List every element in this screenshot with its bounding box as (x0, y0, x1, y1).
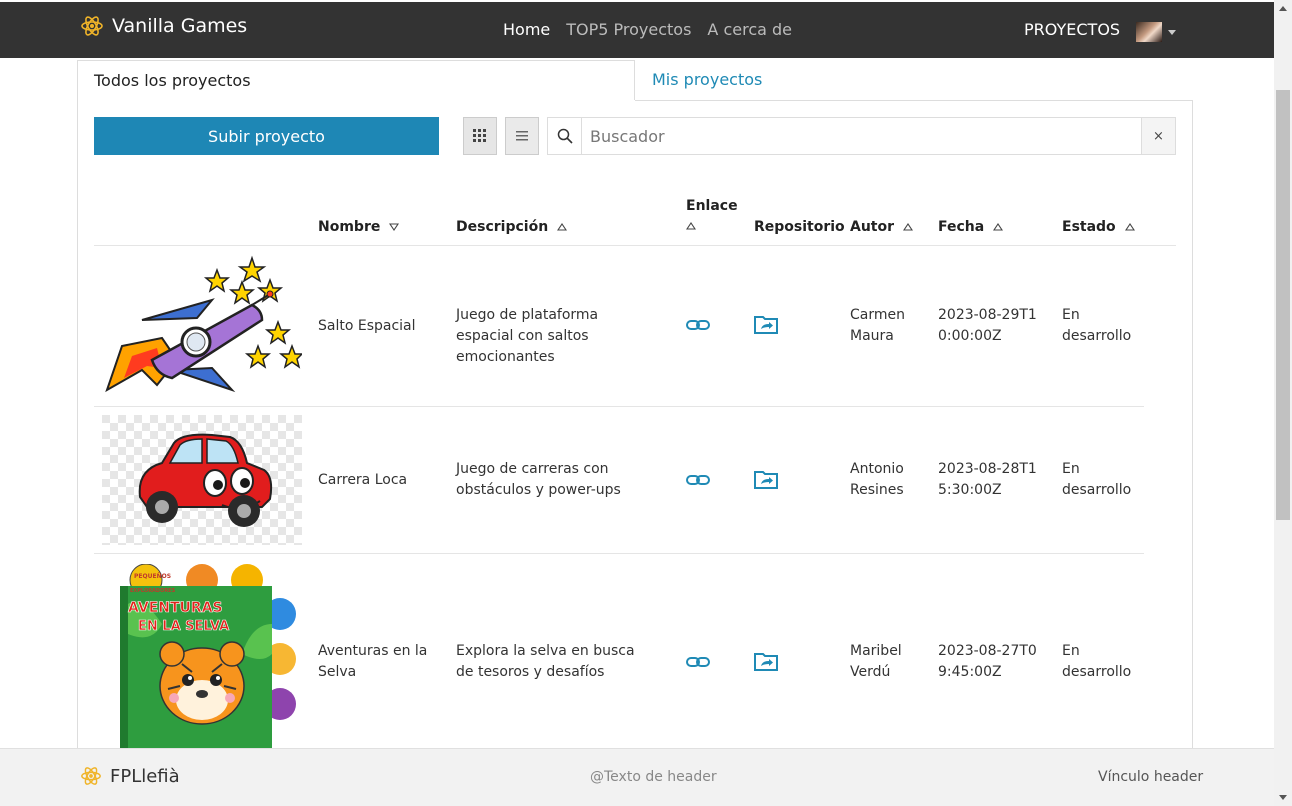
list-icon (516, 131, 528, 141)
brand-name: Vanilla Games (112, 15, 248, 37)
header-status[interactable]: Estado (1062, 219, 1135, 235)
browser-window: Vanilla Games Home TOP5 Proyectos A cerc… (0, 0, 1274, 806)
sort-asc-icon (557, 223, 568, 231)
user-menu[interactable] (1136, 22, 1176, 42)
header-name-label: Nombre (318, 219, 381, 235)
folder-share-icon (754, 653, 778, 671)
folder-share-icon (754, 316, 778, 334)
atom-logo-icon (81, 16, 103, 36)
project-status: En desarrollo (1062, 643, 1132, 680)
caret-down-icon (1168, 29, 1176, 35)
book-title-line-2: EN LA SELVA (138, 619, 229, 634)
project-link[interactable] (686, 473, 710, 494)
rocket-image (102, 250, 302, 402)
header-status-label: Estado (1062, 219, 1116, 235)
header-link[interactable]: Enlace (685, 198, 738, 234)
header-author[interactable]: Autor (850, 219, 913, 235)
scroll-thumb[interactable] (1276, 90, 1290, 520)
header-description[interactable]: Descripción (456, 219, 568, 235)
project-author: Antonio Resines (850, 461, 904, 498)
footer-brand[interactable]: FPLlefià (80, 765, 180, 787)
project-date: 2023-08-27T09:45:00Z (938, 643, 1037, 680)
link-icon (686, 657, 710, 667)
red-car-image (102, 415, 302, 545)
grid-view-button[interactable] (463, 117, 497, 155)
search-input[interactable] (582, 118, 1158, 154)
vertical-scrollbar[interactable] (1274, 0, 1292, 806)
project-date: 2023-08-29T10:00:00Z (938, 307, 1037, 344)
sort-asc-icon (902, 223, 913, 231)
project-repo[interactable] (754, 651, 778, 678)
header-date-label: Fecha (938, 219, 985, 235)
nav-home[interactable]: Home (503, 20, 550, 39)
project-author: Maribel Verdú (850, 643, 902, 680)
table-row: Salto Espacial Juego de plataforma espac… (94, 246, 1176, 406)
project-name: Carrera Loca (318, 472, 408, 488)
footer-brand-name: FPLlefià (110, 765, 180, 787)
project-status: En desarrollo (1062, 307, 1132, 344)
scroll-up-icon[interactable] (1279, 6, 1287, 11)
nav-about[interactable]: A cerca de (707, 20, 792, 39)
footer: FPLlefià @Texto de header Vínculo header (0, 748, 1274, 806)
project-date: 2023-08-28T15:30:00Z (938, 461, 1037, 498)
project-link[interactable] (686, 318, 710, 339)
footer-text: @Texto de header (590, 769, 717, 785)
link-icon (686, 320, 710, 330)
header-link-label: Enlace (686, 198, 738, 214)
project-description: Juego de carreras con obstáculos y power… (456, 461, 621, 498)
scroll-down-icon[interactable] (1279, 795, 1287, 800)
navbar: Vanilla Games Home TOP5 Proyectos A cerc… (0, 2, 1274, 58)
header-date[interactable]: Fecha (938, 219, 1004, 235)
atom-logo-icon (81, 767, 101, 785)
header-author-label: Autor (850, 219, 895, 235)
sort-asc-icon (993, 223, 1004, 231)
header-description-label: Descripción (456, 219, 549, 235)
folder-share-icon (754, 471, 778, 489)
sort-asc-icon (685, 222, 697, 230)
header-repo: Repositorio (754, 219, 845, 235)
project-name: Aventuras en la Selva (318, 643, 428, 680)
grid-icon (473, 129, 486, 142)
jungle-book-image: PEQUEÑOS EXPLORADORES AVENTURAS EN LA SE… (102, 564, 302, 750)
project-description: Explora la selva en busca de tesoros y d… (456, 643, 635, 680)
avatar (1136, 22, 1162, 42)
project-name: Salto Espacial (318, 318, 416, 334)
tab-my-projects[interactable]: Mis proyectos (636, 60, 836, 100)
project-link[interactable] (686, 655, 710, 676)
list-view-button[interactable] (505, 117, 539, 155)
brand[interactable]: Vanilla Games (80, 14, 247, 38)
clear-search-button[interactable]: × (1141, 118, 1175, 154)
main-nav: Home TOP5 Proyectos A cerca de (503, 20, 792, 39)
footer-link[interactable]: Vínculo header (1098, 769, 1203, 785)
tab-all-projects[interactable]: Todos los proyectos (77, 60, 635, 100)
project-repo[interactable] (754, 314, 778, 341)
book-top-text-2: EXPLORADORES (130, 588, 176, 594)
nav-top5[interactable]: TOP5 Proyectos (566, 20, 691, 39)
nav-proyectos[interactable]: PROYECTOS (1024, 20, 1120, 39)
upload-project-button[interactable]: Subir proyecto (94, 117, 439, 155)
search-box: × (547, 117, 1176, 155)
project-status: En desarrollo (1062, 461, 1132, 498)
table-row: PEQUEÑOS EXPLORADORES AVENTURAS EN LA SE… (94, 554, 1176, 750)
link-icon (686, 475, 710, 485)
table-row: Carrera Loca Juego de carreras con obstá… (94, 407, 1176, 553)
book-top-text: PEQUEÑOS (134, 573, 171, 580)
project-repo[interactable] (754, 469, 778, 496)
search-button[interactable] (548, 118, 582, 154)
project-author: Carmen Maura (850, 307, 905, 344)
project-description: Juego de plataforma espacial con saltos … (456, 307, 599, 365)
search-icon (557, 128, 573, 144)
header-name[interactable]: Nombre (318, 219, 400, 235)
sort-desc-icon (389, 223, 400, 231)
book-title-line-1: AVENTURAS (128, 600, 223, 616)
sort-asc-icon (1124, 223, 1135, 231)
